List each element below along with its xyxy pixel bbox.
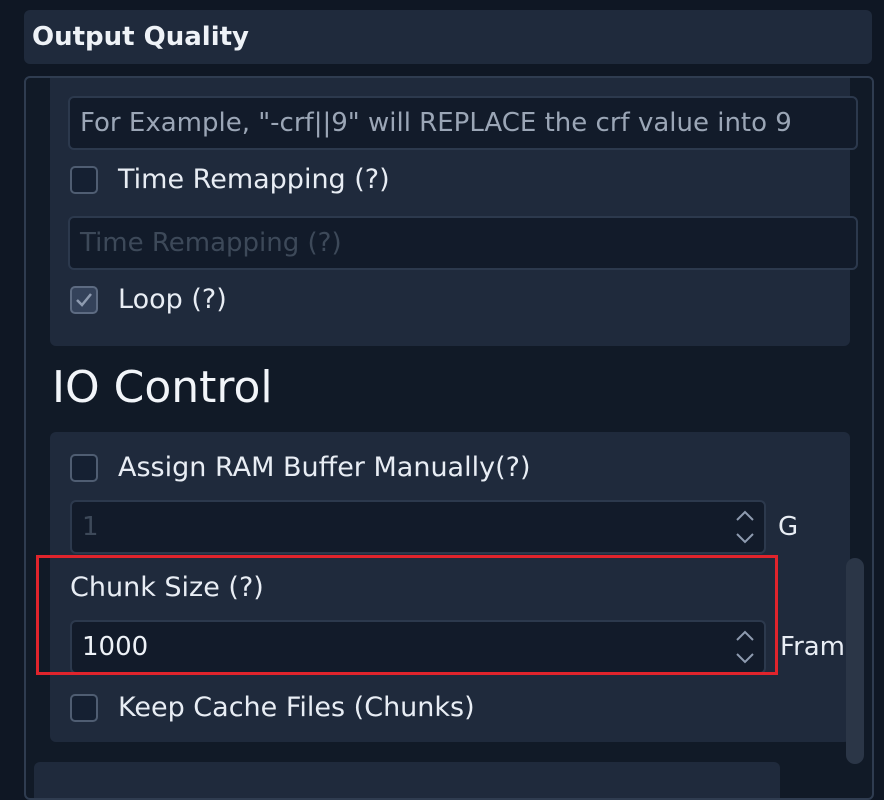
keep-cache-label: Keep Cache Files (Chunks) [118,692,475,723]
ram-buffer-checkbox-row[interactable]: Assign RAM Buffer Manually(?) [70,452,530,483]
keep-cache-checkbox[interactable] [70,693,98,722]
encoder-params-input[interactable]: For Example, "-crf||9" will REPLACE the … [68,96,858,150]
chunk-size-unit: Fram [780,632,846,662]
output-quality-card: For Example, "-crf||9" will REPLACE the … [50,76,858,346]
loop-checkbox-row[interactable]: Loop (?) [70,284,227,315]
highlight-box [36,555,778,675]
time-remapping-input[interactable]: Time Remapping (?) [68,216,858,270]
checkmark-icon [76,292,92,307]
section-header-output-quality[interactable]: Output Quality [24,10,872,64]
encoder-params-placeholder: For Example, "-crf||9" will REPLACE the … [80,108,792,138]
keep-cache-checkbox-row[interactable]: Keep Cache Files (Chunks) [70,692,475,723]
loop-label: Loop (?) [118,284,227,315]
spin-arrows-icon[interactable] [734,506,756,548]
section-title: Output Quality [32,22,250,52]
ram-buffer-value: 1 [82,512,99,542]
loop-checkbox[interactable] [70,285,98,314]
cut-off-label-fragment [320,76,580,80]
next-section-card [34,762,780,798]
ram-buffer-spinbox[interactable]: 1 [70,500,766,554]
io-control-title: IO Control [52,362,273,413]
time-remapping-label: Time Remapping (?) [118,164,390,195]
time-remapping-placeholder: Time Remapping (?) [80,228,342,258]
scrollbar-thumb[interactable] [846,558,864,764]
time-remapping-checkbox[interactable] [70,165,98,194]
ram-buffer-unit: G [778,512,799,542]
ram-buffer-label: Assign RAM Buffer Manually(?) [118,452,531,483]
scroll-panel[interactable]: For Example, "-crf||9" will REPLACE the … [24,76,874,800]
ram-buffer-checkbox[interactable] [70,453,98,482]
time-remapping-checkbox-row[interactable]: Time Remapping (?) [70,164,390,195]
